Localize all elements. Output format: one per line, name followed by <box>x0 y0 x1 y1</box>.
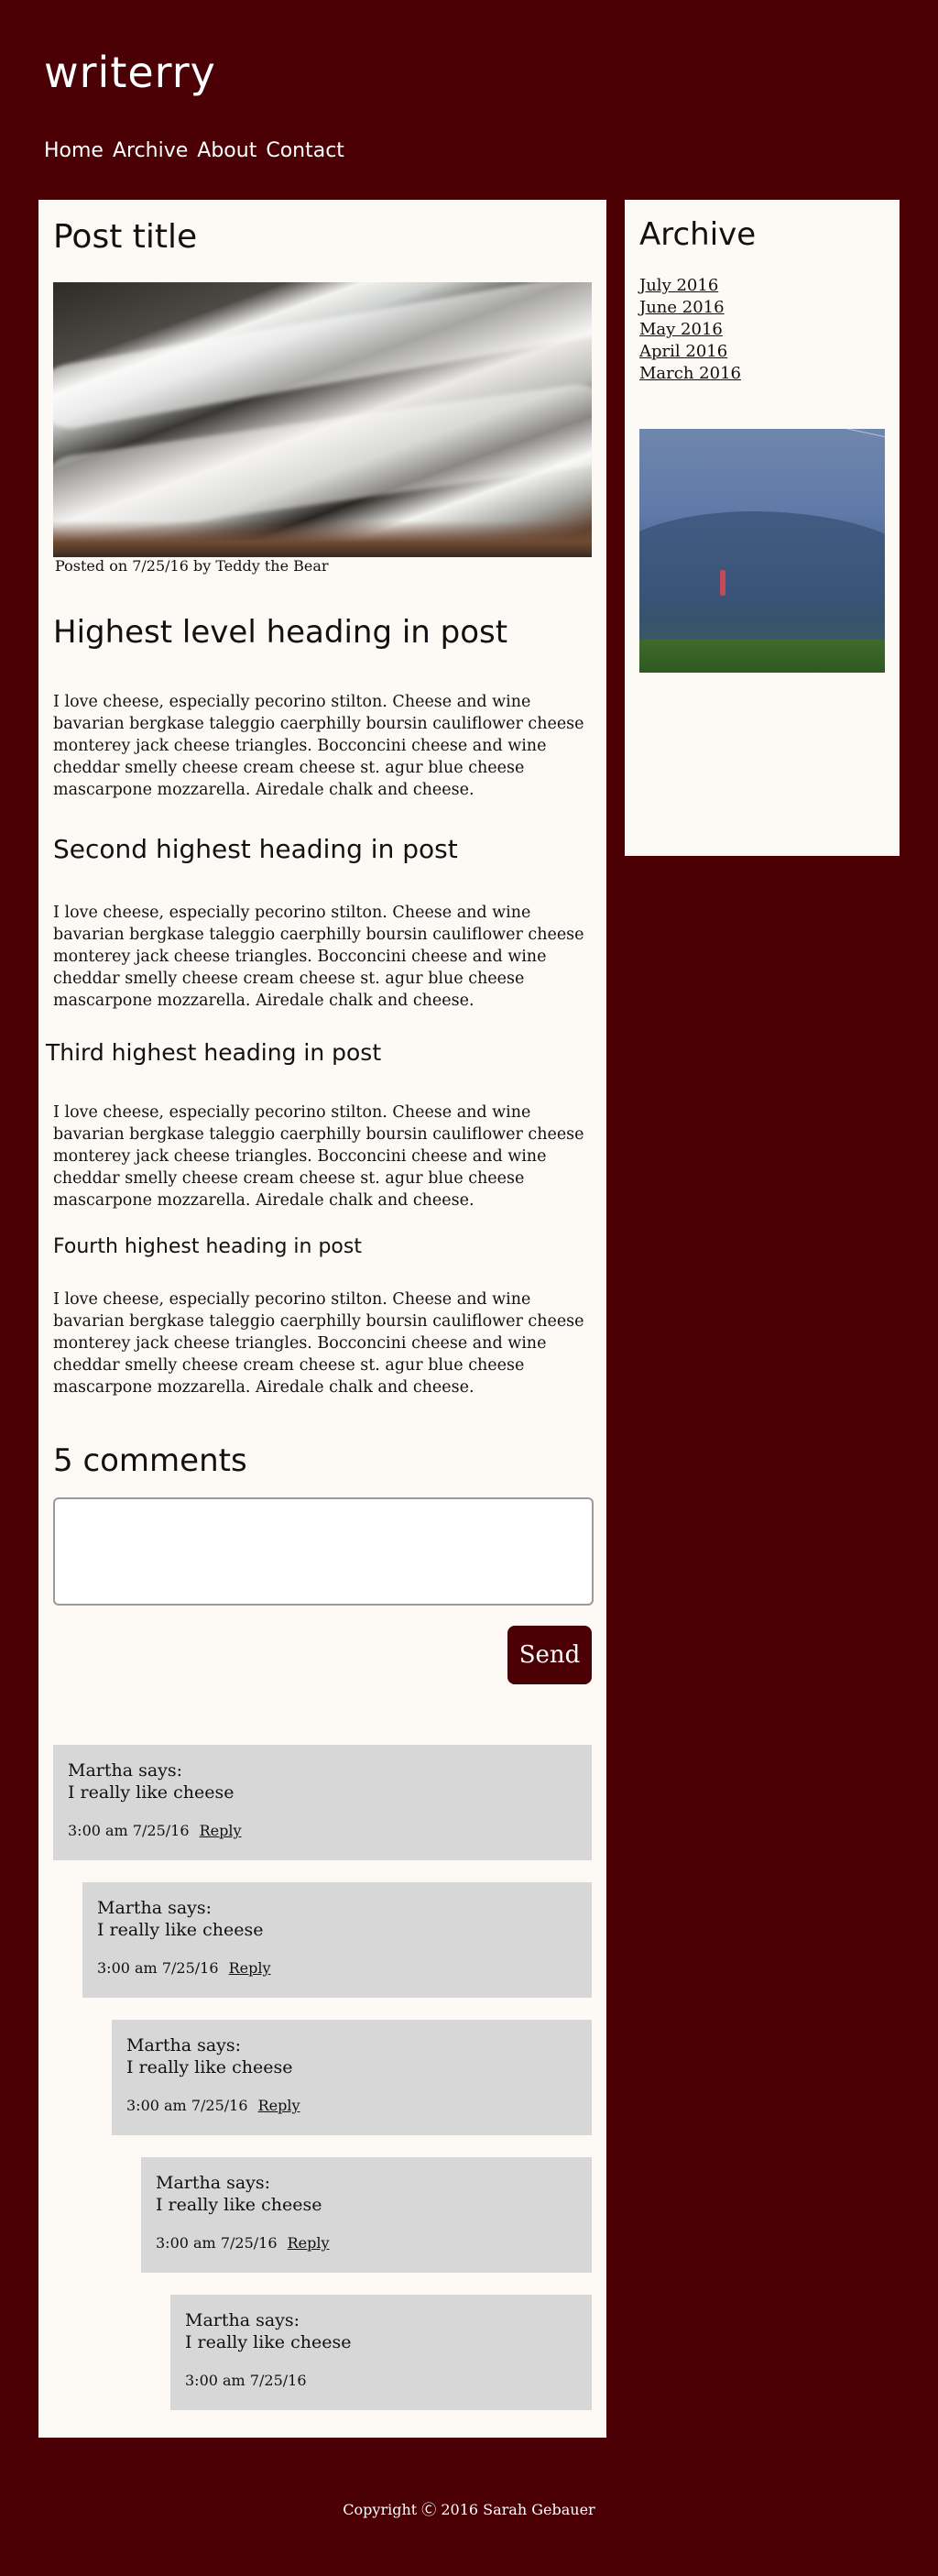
comment-meta: 3:00 am 7/25/16 Reply <box>156 2234 577 2252</box>
post-heading-3: Third highest heading in post <box>46 1039 382 1066</box>
footer-copyright: Copyright Ⓒ 2016 Sarah Gebauer <box>343 2501 595 2518</box>
post-card: Post title Posted on 7/25/16 by Teddy th… <box>38 200 606 2438</box>
comment-time: 3:00 am 7/25/16 <box>68 1822 190 1839</box>
nav-home-link[interactable]: Home <box>44 139 104 162</box>
nav-archive-link[interactable]: Archive <box>113 139 188 162</box>
post-heading-1: Highest level heading in post <box>53 614 508 651</box>
post-heading-4: Fourth highest heading in post <box>53 1235 362 1258</box>
archive-link-april-2016[interactable]: April 2016 <box>639 342 727 361</box>
comment-meta: 3:00 am 7/25/16 Reply <box>126 2097 577 2114</box>
reply-link[interactable]: Reply <box>288 2234 330 2252</box>
comment-time: 3:00 am 7/25/16 <box>97 1959 219 1977</box>
comment: Martha says: I really like cheese 3:00 a… <box>82 1882 592 1998</box>
comment-time: 3:00 am 7/25/16 <box>156 2234 278 2252</box>
send-button[interactable]: Send <box>507 1626 592 1684</box>
post-meta: Posted on 7/25/16 by Teddy the Bear <box>55 557 329 575</box>
comment: Martha says: I really like cheese 3:00 a… <box>112 2020 592 2135</box>
reply-link[interactable]: Reply <box>200 1822 242 1839</box>
post-paragraph: I love cheese, especially pecorino stilt… <box>53 904 584 1010</box>
comment-meta: 3:00 am 7/25/16 <box>185 2372 577 2389</box>
nav-about-link[interactable]: About <box>197 139 256 162</box>
comment: Martha says: I really like cheese 3:00 a… <box>170 2295 592 2410</box>
archive-link-may-2016[interactable]: May 2016 <box>639 320 723 339</box>
comment: Martha says: I really like cheese 3:00 a… <box>141 2157 592 2273</box>
sidebar-title: Archive <box>639 216 757 253</box>
comment-author: Martha says: <box>156 2173 271 2193</box>
main-nav: Home Archive About Contact <box>44 139 344 162</box>
comment-author: Martha says: <box>185 2310 300 2330</box>
comment-text: I really like cheese <box>185 2332 352 2352</box>
comment-text: I really like cheese <box>126 2057 293 2077</box>
reply-link[interactable]: Reply <box>229 1959 271 1977</box>
archive-list: July 2016 June 2016 May 2016 April 2016 … <box>639 275 741 385</box>
post-hero-image <box>53 282 592 557</box>
reply-link[interactable]: Reply <box>258 2097 300 2114</box>
post-paragraph: I love cheese, especially pecorino stilt… <box>53 1103 584 1210</box>
site-title[interactable]: writerry <box>44 48 216 97</box>
sidebar-image <box>639 429 885 673</box>
comment-text: I really like cheese <box>156 2195 322 2215</box>
sidebar: Archive July 2016 June 2016 May 2016 Apr… <box>625 200 900 856</box>
archive-link-march-2016[interactable]: March 2016 <box>639 364 741 383</box>
comment-author: Martha says: <box>97 1898 213 1918</box>
comments-title: 5 comments <box>53 1442 247 1479</box>
comment-author: Martha says: <box>68 1760 183 1781</box>
post-paragraph: I love cheese, especially pecorino stilt… <box>53 1290 584 1397</box>
comment-time: 3:00 am 7/25/16 <box>185 2372 307 2389</box>
comment-text: I really like cheese <box>68 1782 234 1803</box>
post-paragraph: I love cheese, especially pecorino stilt… <box>53 693 584 799</box>
comment-input[interactable] <box>53 1497 594 1606</box>
post-heading-2: Second highest heading in post <box>53 834 458 864</box>
nav-contact-link[interactable]: Contact <box>266 139 344 162</box>
comment-time: 3:00 am 7/25/16 <box>126 2097 248 2114</box>
comment-meta: 3:00 am 7/25/16 Reply <box>68 1822 577 1839</box>
comment: Martha says: I really like cheese 3:00 a… <box>53 1745 592 1860</box>
comment-meta: 3:00 am 7/25/16 Reply <box>97 1959 577 1977</box>
comment-text: I really like cheese <box>97 1920 264 1940</box>
archive-link-june-2016[interactable]: June 2016 <box>639 298 725 317</box>
archive-link-july-2016[interactable]: July 2016 <box>639 276 718 295</box>
post-title: Post title <box>53 218 198 256</box>
comment-author: Martha says: <box>126 2035 242 2055</box>
